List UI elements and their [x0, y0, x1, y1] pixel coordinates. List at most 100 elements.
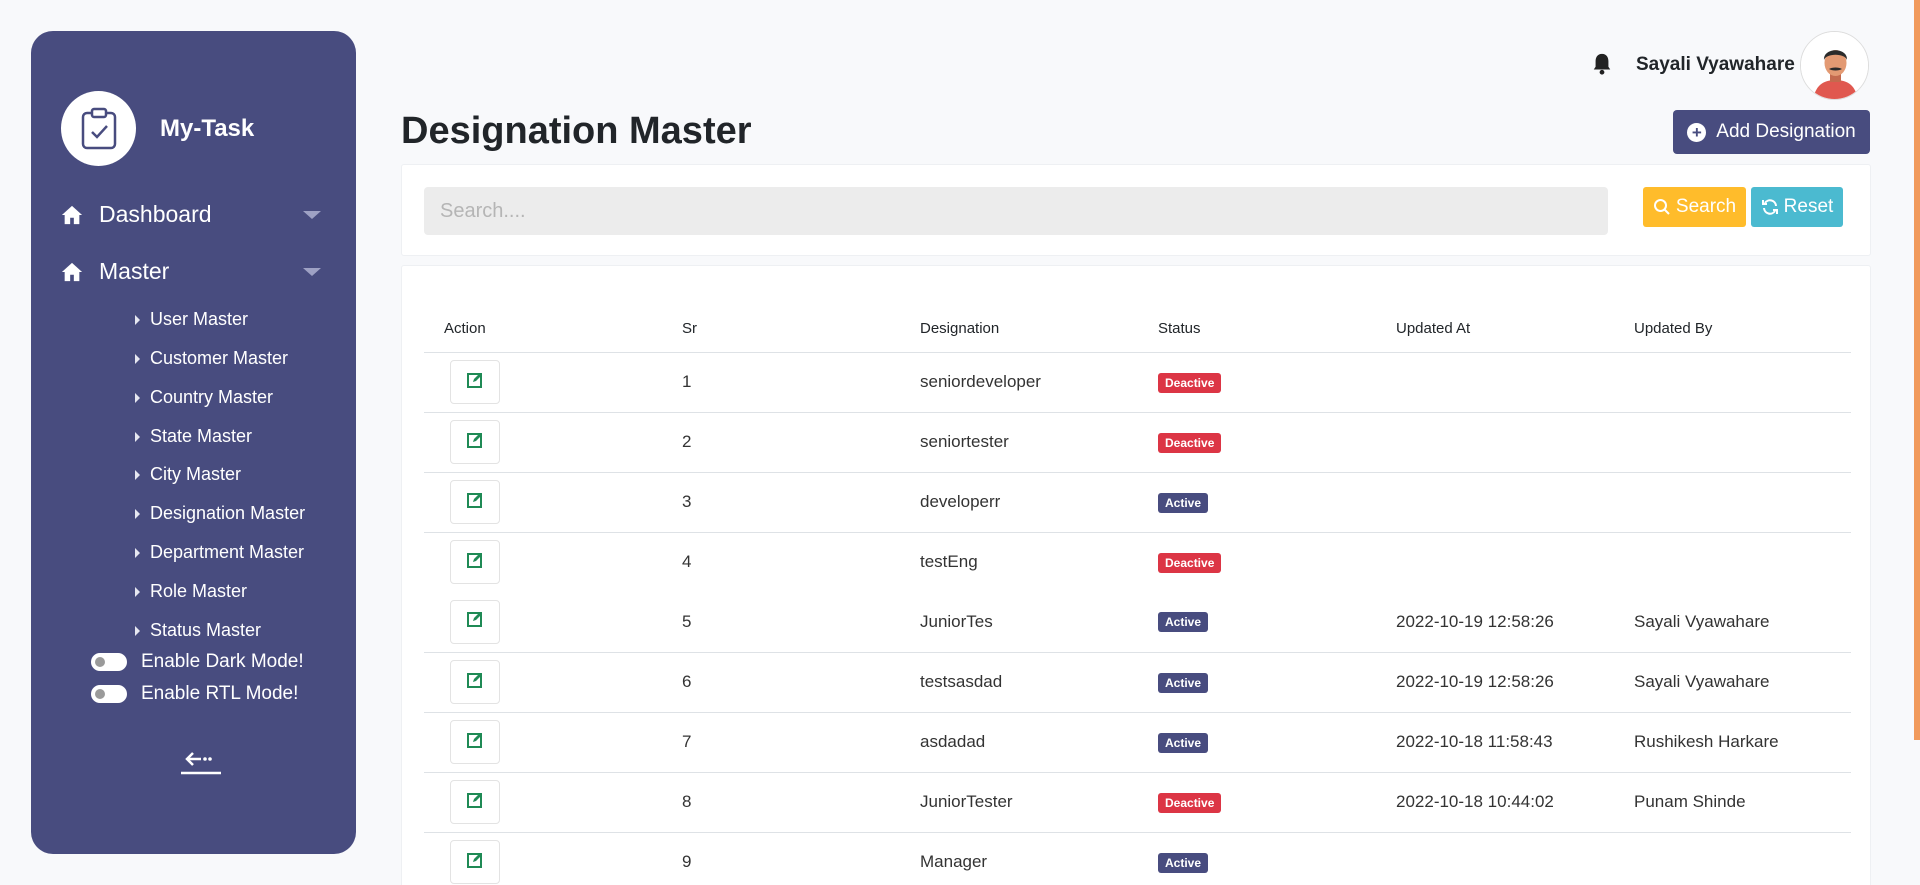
designation-cell: seniordeveloper	[900, 352, 1138, 413]
sidebar-item-customer-master[interactable]: Customer Master	[135, 348, 288, 369]
edit-button[interactable]	[450, 420, 500, 464]
sidebar: My-Task Dashboard Master User Master Cus…	[31, 31, 356, 854]
updated-by-cell: Sayali Vyawahare	[1614, 592, 1851, 653]
rtl-mode-label: Enable RTL Mode!	[141, 683, 299, 704]
status-cell: Deactive	[1138, 412, 1376, 473]
col-status[interactable]: Status	[1138, 306, 1376, 353]
search-icon	[1653, 199, 1670, 215]
action-cell	[424, 652, 662, 713]
user-name[interactable]: Sayali Vyawahare	[1636, 54, 1795, 76]
edit-button[interactable]	[450, 780, 500, 824]
action-cell	[424, 472, 662, 533]
col-updated-by[interactable]: Updated By	[1614, 306, 1851, 353]
bell-icon[interactable]	[1591, 52, 1613, 76]
sr-cell: 5	[662, 592, 900, 653]
table-row: 5 JuniorTes Active 2022-10-19 12:58:26 Sayal…	[424, 592, 1851, 653]
table-row: 8 JuniorTester Deactive 2022-10-18 10:44:02…	[424, 772, 1851, 833]
sr-cell: 9	[662, 832, 900, 885]
sidebar-item-label: State Master	[150, 426, 253, 446]
sidebar-item-user-master[interactable]: User Master	[135, 309, 248, 330]
app-name: My-Task	[160, 114, 255, 142]
dark-mode-label: Enable Dark Mode!	[141, 651, 304, 672]
edit-icon	[466, 551, 484, 574]
edit-button[interactable]	[450, 540, 500, 585]
nav-dashboard-label: Dashboard	[99, 201, 212, 227]
brand[interactable]: My-Task	[61, 91, 254, 166]
sr-cell: 1	[662, 352, 900, 413]
page-scrollbar[interactable]	[1914, 0, 1920, 740]
sr-cell: 3	[662, 472, 900, 533]
col-updated-at[interactable]: Updated At	[1376, 306, 1614, 353]
page-title: Designation Master	[401, 110, 752, 152]
action-cell	[424, 352, 662, 413]
sidebar-item-city-master[interactable]: City Master	[135, 464, 241, 485]
updated-by-cell	[1614, 412, 1851, 473]
rtl-mode-switch[interactable]	[91, 685, 127, 703]
table-row: 4 testEng Deactive	[424, 532, 1851, 592]
caret-right-icon	[135, 431, 140, 442]
col-sr[interactable]: Sr	[662, 306, 900, 353]
sidebar-item-department-master[interactable]: Department Master	[135, 542, 304, 563]
updated-at-cell	[1376, 532, 1614, 592]
table-header-row: Action Sr Designation Status Updated At …	[424, 306, 1851, 353]
reset-button-label: Reset	[1783, 196, 1834, 217]
updated-at-cell	[1376, 412, 1614, 473]
nav-master[interactable]: Master	[61, 258, 321, 285]
edit-button[interactable]	[450, 720, 500, 764]
sidebar-item-label: Department Master	[150, 542, 305, 562]
designation-cell: testEng	[920, 552, 978, 572]
sidebar-item-label: Country Master	[150, 387, 274, 407]
sr-cell: 2	[662, 412, 900, 473]
dark-mode-toggle-row: Enable Dark Mode!	[91, 651, 304, 673]
table-row: 9 Manager Active	[424, 832, 1851, 885]
edit-icon	[466, 431, 484, 454]
avatar[interactable]	[1800, 31, 1869, 100]
updated-by-cell	[1614, 352, 1851, 413]
sidebar-item-status-master[interactable]: Status Master	[135, 620, 261, 641]
refresh-icon	[1761, 199, 1778, 215]
sidebar-item-role-master[interactable]: Role Master	[135, 581, 247, 602]
edit-button[interactable]	[450, 360, 500, 404]
status-badge: Active	[1158, 732, 1209, 753]
edit-icon	[466, 791, 484, 814]
nav-dashboard[interactable]: Dashboard	[61, 201, 321, 228]
edit-button[interactable]	[450, 840, 500, 884]
table-body: 1 seniordeveloper Deactive 2 seniortester Dea…	[424, 352, 1851, 885]
table-row: 7 asdadad Active 2022-10-18 11:58:43 Rushike…	[424, 712, 1851, 773]
sidebar-item-country-master[interactable]: Country Master	[135, 387, 273, 408]
sidebar-item-state-master[interactable]: State Master	[135, 426, 252, 447]
caret-right-icon	[135, 586, 140, 597]
updated-by-cell	[1614, 532, 1851, 592]
clipboard-check-icon	[61, 91, 136, 166]
edit-button[interactable]	[450, 599, 500, 644]
sidebar-item-designation-master[interactable]: Designation Master	[135, 503, 305, 524]
col-designation[interactable]: Designation	[900, 306, 1138, 353]
add-designation-button[interactable]: + Add Designation	[1673, 110, 1870, 154]
sr-cell: 4	[682, 552, 692, 572]
caret-right-icon	[135, 508, 140, 519]
updated-at-cell: 2022-10-19 12:58:26	[1376, 652, 1614, 713]
edit-icon	[466, 491, 484, 514]
caret-right-icon	[135, 625, 140, 636]
table-row: 3 developerr Active	[424, 472, 1851, 533]
edit-button[interactable]	[450, 660, 500, 704]
edit-button[interactable]	[450, 480, 500, 524]
search-button[interactable]: Search	[1643, 187, 1746, 227]
table-row: 2 seniortester Deactive	[424, 412, 1851, 473]
dark-mode-switch[interactable]	[91, 653, 127, 671]
search-input[interactable]	[424, 187, 1608, 235]
reset-button[interactable]: Reset	[1751, 187, 1843, 227]
sidebar-item-label: User Master	[150, 309, 249, 329]
action-cell	[424, 592, 662, 653]
action-cell	[424, 712, 662, 773]
status-cell: Deactive	[1138, 532, 1376, 592]
updated-at-cell	[1376, 352, 1614, 413]
col-action[interactable]: Action	[424, 306, 662, 353]
updated-at-cell	[1376, 472, 1614, 533]
collapse-icon[interactable]	[179, 743, 223, 779]
updated-by-cell	[1614, 832, 1851, 885]
updated-by-cell	[1614, 472, 1851, 533]
status-badge: Deactive	[1158, 792, 1222, 813]
master-submenu: User Master Customer Master Country Mast…	[31, 301, 356, 661]
status-cell: Active	[1138, 712, 1376, 773]
